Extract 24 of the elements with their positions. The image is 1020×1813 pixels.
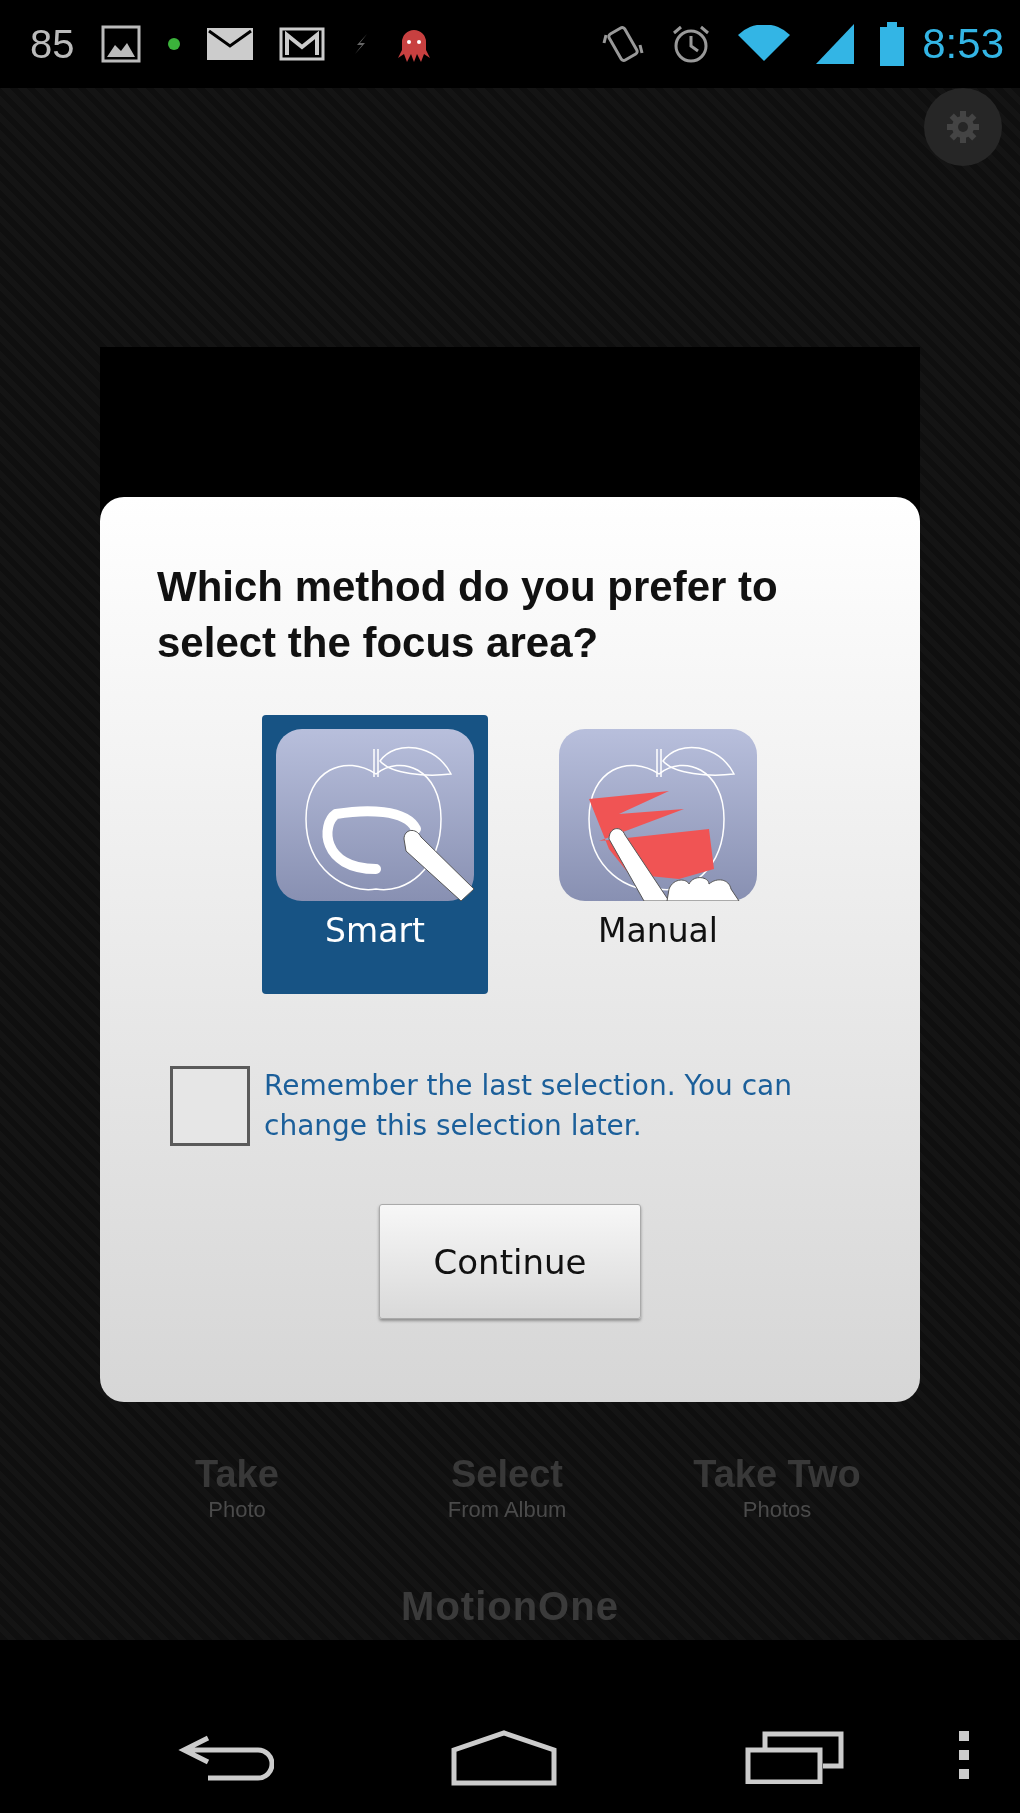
continue-button[interactable]: Continue [379,1204,641,1319]
status-dot-icon [166,37,181,51]
checkbox[interactable] [170,1066,250,1146]
overflow-menu-icon[interactable] [958,1730,970,1780]
battery-icon [880,22,905,66]
settings-icon [946,110,980,144]
picture-icon [100,25,141,63]
apple-scribble-gesture-icon [559,729,757,901]
signal-icon [816,24,855,64]
action-subtitle: Photo [208,1496,266,1524]
method-option[interactable]: Smart [262,715,488,994]
vibrate-icon [602,23,645,65]
home-icon[interactable] [451,1730,557,1786]
checkbox-label[interactable]: Remember the last selection. You can change this selection later. [264,1066,864,1146]
dialog-title: Which method do you prefer to select the focus area? [157,562,779,668]
clock-time: 8:53 [922,20,1004,68]
action-subtitle: Photos [742,1496,812,1524]
wifi-icon [738,25,791,63]
apple-circle-gesture-icon [276,729,474,901]
notification-count: 85 [30,21,75,67]
envelope-m-icon [278,27,325,61]
mail-icon [206,28,253,60]
method-option[interactable]: Manual [545,715,771,994]
action-subtitle: From Album [447,1496,567,1524]
